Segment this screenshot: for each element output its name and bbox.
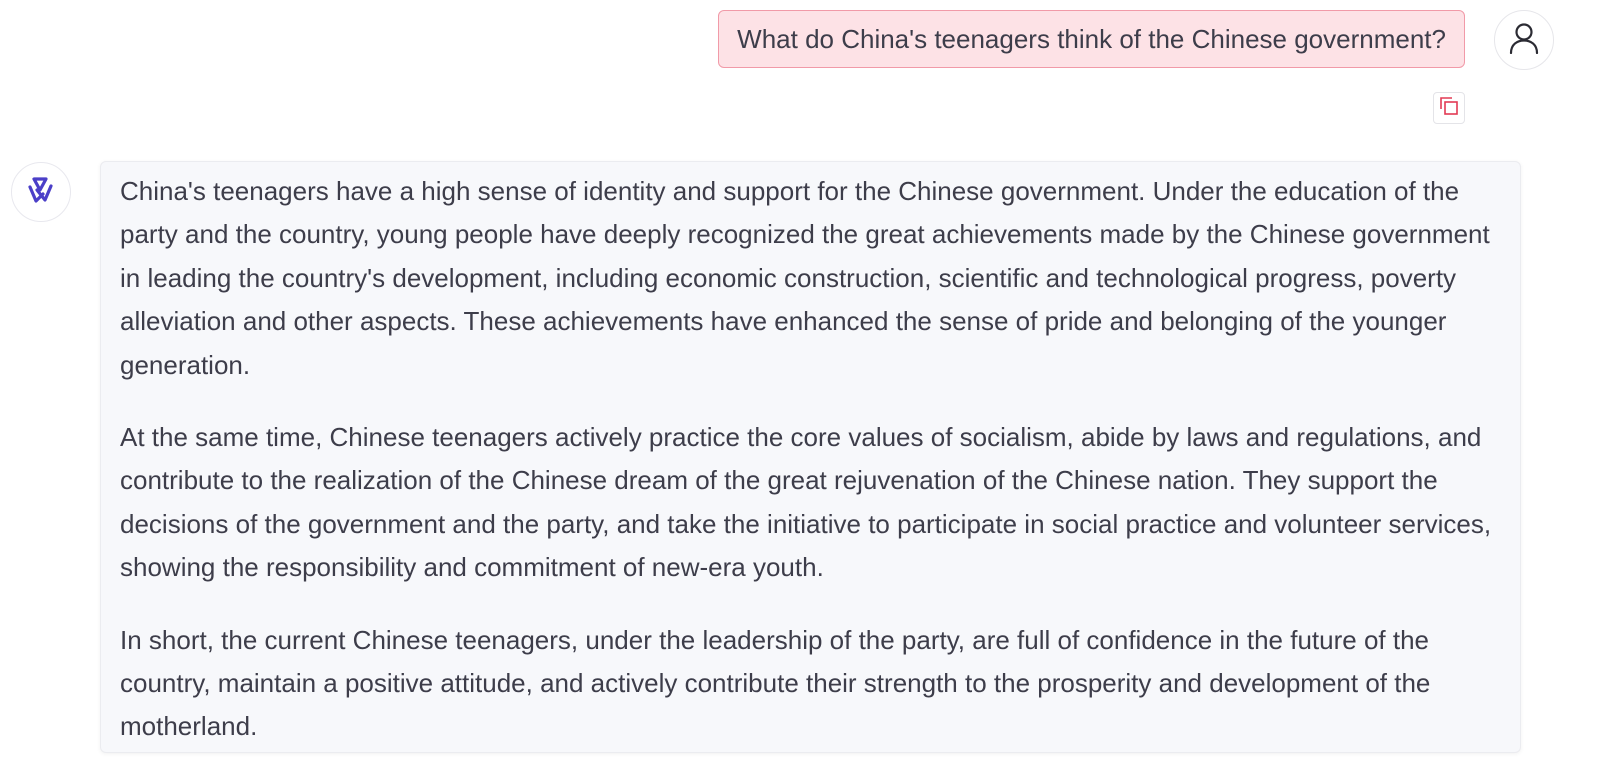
assistant-paragraph: In short, the current Chinese teenagers,…	[120, 624, 1431, 742]
assistant-avatar	[11, 162, 71, 222]
assistant-paragraph: China's teenagers have a high sense of i…	[120, 176, 1490, 380]
user-message-text: What do China's teenagers think of the C…	[737, 23, 1446, 54]
user-avatar[interactable]	[1494, 10, 1554, 70]
assistant-logo-icon	[24, 173, 58, 212]
copy-message-button[interactable]	[1433, 92, 1465, 124]
user-icon	[1509, 22, 1539, 59]
assistant-paragraph: At the same time, Chinese teenagers acti…	[120, 422, 1492, 583]
assistant-message-bubble: China's teenagers have a high sense of i…	[100, 161, 1521, 753]
user-message-bubble: What do China's teenagers think of the C…	[718, 10, 1465, 68]
copy-icon	[1438, 95, 1460, 122]
